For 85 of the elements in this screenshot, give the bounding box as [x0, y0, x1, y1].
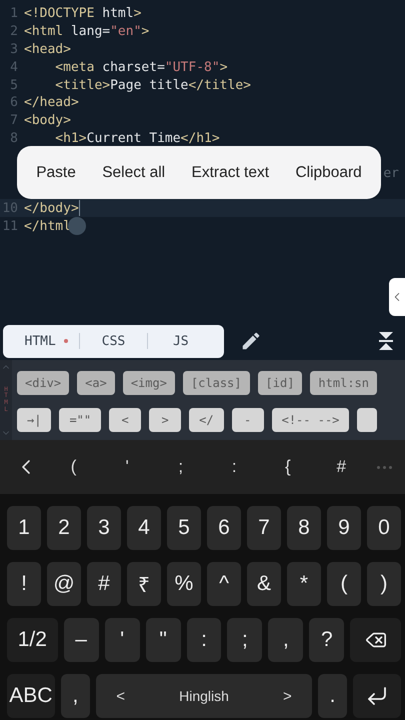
line-number: 2: [9, 24, 19, 40]
snippet-button[interactable]: →|: [17, 408, 52, 432]
key[interactable]: 7: [247, 506, 281, 550]
code-line: <body>: [24, 113, 71, 128]
key[interactable]: 8: [287, 506, 321, 550]
key[interactable]: ,: [60, 674, 90, 718]
collapse-button[interactable]: [378, 331, 394, 351]
code-line: <title>Page title</title>: [54, 78, 251, 93]
file-tab[interactable]: CSS: [80, 330, 147, 352]
file-tab[interactable]: JS: [148, 330, 214, 352]
key[interactable]: ₹: [127, 562, 161, 606]
space-key[interactable]: < Hinglish >: [96, 674, 312, 718]
code-line: <meta charset="UTF-8">: [54, 60, 228, 75]
key[interactable]: ": [146, 618, 181, 662]
menu-item[interactable]: Paste: [32, 158, 80, 188]
symbol-key[interactable]: #: [323, 456, 360, 478]
key[interactable]: 9: [327, 506, 361, 550]
language-label: Hinglish: [179, 688, 229, 704]
menu-item[interactable]: Clipboard: [291, 158, 366, 188]
right-arrow-label: >: [282, 688, 292, 704]
key[interactable]: ': [104, 618, 140, 662]
key[interactable]: 4: [127, 506, 161, 550]
key[interactable]: 6: [207, 506, 241, 550]
symbol-key[interactable]: {: [270, 456, 306, 478]
line-number: 3: [9, 42, 19, 57]
side-panel-handle[interactable]: [389, 278, 405, 316]
snippet-button[interactable]: <!-- -->: [272, 408, 350, 432]
line-number: 5: [9, 78, 19, 93]
key[interactable]: !: [7, 562, 41, 606]
key[interactable]: (: [327, 562, 361, 606]
cursor-handle[interactable]: [68, 217, 86, 236]
key[interactable]: *: [287, 562, 321, 606]
line-number: 7: [9, 113, 19, 128]
collapse-icon: [378, 331, 394, 351]
key[interactable]: #: [87, 562, 121, 606]
snippet-button[interactable]: >: [149, 408, 182, 432]
line-number: 1: [9, 6, 19, 22]
menu-item[interactable]: Select all: [98, 158, 170, 188]
key[interactable]: .: [318, 674, 348, 718]
key[interactable]: ,: [268, 618, 304, 662]
pencil-icon: [240, 330, 262, 352]
code-line: <html lang="en">: [24, 24, 150, 40]
line-number: 4: [9, 60, 19, 75]
enter-key[interactable]: [353, 674, 401, 718]
key[interactable]: &: [247, 562, 281, 606]
code-line: </head>: [24, 95, 79, 110]
snippet-button[interactable]: </: [189, 408, 224, 432]
key[interactable]: %: [167, 562, 201, 606]
backspace-key[interactable]: [350, 618, 402, 662]
line-number: 11: [1, 218, 19, 234]
code-line: </body>: [24, 200, 79, 216]
key[interactable]: ;: [227, 618, 262, 662]
key[interactable]: 5: [167, 506, 201, 550]
symbol-key[interactable]: ': [109, 456, 146, 478]
left-arrow-label: <: [116, 688, 126, 704]
code-text: er: [383, 166, 399, 181]
symbol-key[interactable]: ;: [162, 456, 199, 478]
key[interactable]: ABC: [7, 674, 55, 718]
edit-button[interactable]: [240, 330, 262, 352]
snippet-button[interactable]: [357, 408, 378, 432]
key[interactable]: ?: [309, 618, 344, 662]
text-cursor: [78, 200, 80, 216]
key[interactable]: 3: [87, 506, 121, 550]
key[interactable]: :: [186, 618, 222, 662]
key[interactable]: 1: [7, 506, 41, 550]
key[interactable]: ): [367, 562, 401, 606]
code-line: <!DOCTYPE html>: [24, 6, 142, 22]
key[interactable]: –: [64, 618, 99, 662]
symbol-key[interactable]: :: [216, 456, 252, 478]
key[interactable]: @: [47, 562, 81, 606]
code-line: <h1>Current Time</h1>: [54, 130, 220, 146]
code-line: <head>: [24, 42, 71, 57]
symbol-key[interactable]: (: [56, 456, 92, 478]
line-number: 8: [9, 130, 19, 146]
key[interactable]: ^: [207, 562, 241, 606]
key[interactable]: 2: [47, 506, 81, 550]
snippet-button[interactable]: ="": [59, 408, 102, 432]
file-tab[interactable]: HTML: [13, 330, 80, 352]
snippet-button[interactable]: -: [232, 408, 264, 432]
menu-item[interactable]: Extract text: [188, 158, 274, 188]
snippet-button[interactable]: <: [109, 408, 142, 432]
key[interactable]: 0: [367, 506, 401, 550]
code-line: </html: [24, 218, 71, 234]
line-number: 6: [9, 95, 19, 110]
key[interactable]: 1/2: [7, 618, 58, 662]
